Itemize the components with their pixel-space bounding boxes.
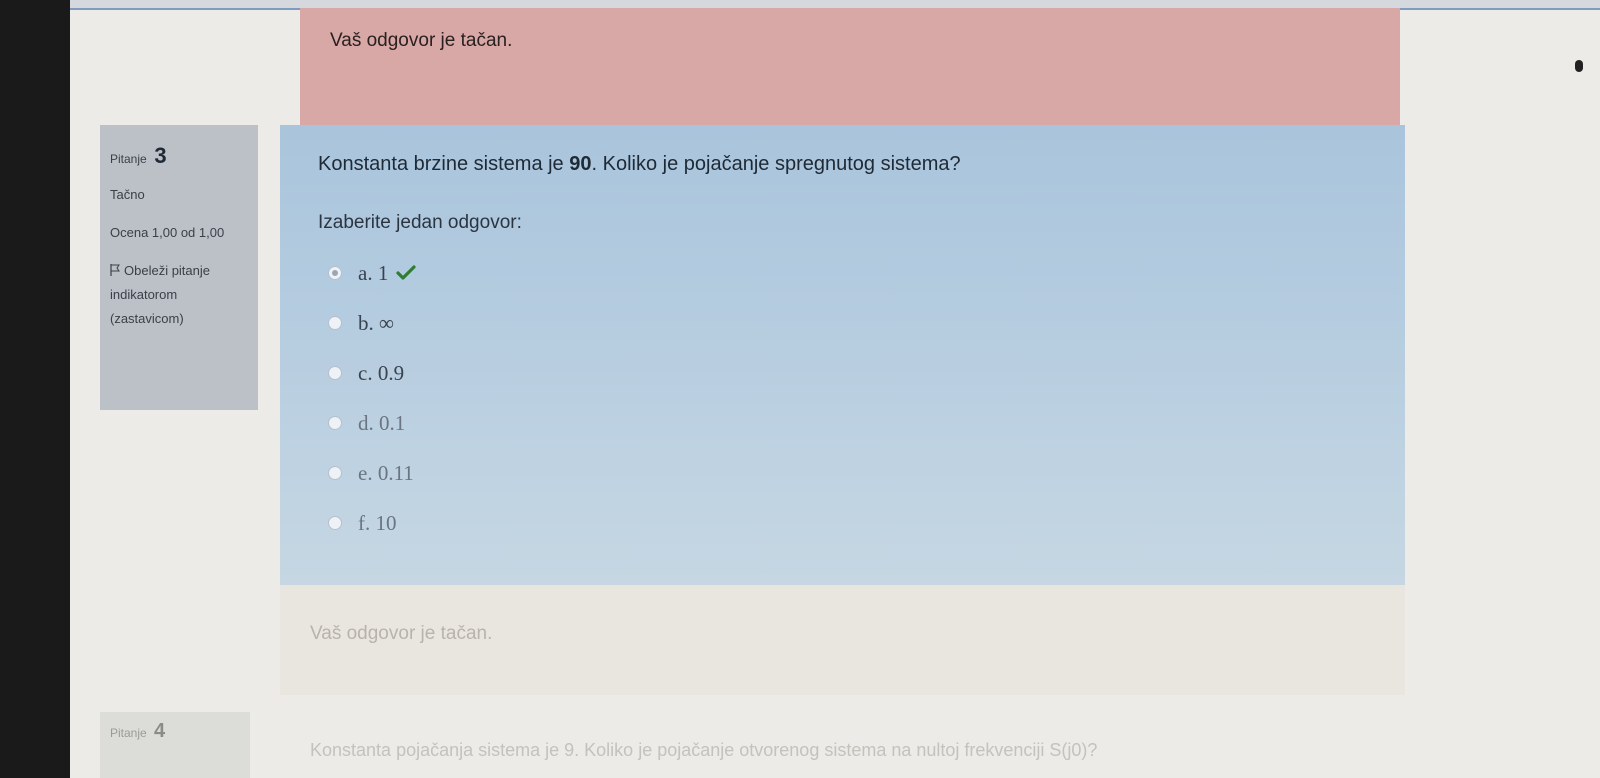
- question-number: 4: [154, 720, 166, 742]
- scrollbar-marker[interactable]: [1575, 60, 1583, 72]
- question-text-end: . Koliko je pojačanje spregnutog sistema…: [591, 153, 961, 175]
- answer-list: a. 1 b. ∞ c. 0.9 d. 0.1 e. 0.11 f. 10: [318, 248, 1367, 548]
- flag-icon: [110, 264, 120, 276]
- answer-label: f. 10: [358, 510, 397, 535]
- answer-label: d. 0.1: [358, 410, 406, 435]
- feedback-text: Vaš odgovor je tačan.: [310, 623, 493, 644]
- question-label: Pitanje: [110, 152, 147, 166]
- feedback-text: Vaš odgovor je tačan.: [330, 30, 513, 51]
- radio-button[interactable]: [328, 416, 342, 430]
- answer-option-a[interactable]: a. 1: [328, 248, 1367, 298]
- question-text-value: 90: [569, 153, 592, 175]
- question-grade: Ocena 1,00 od 1,00: [110, 225, 225, 240]
- check-icon: [396, 265, 416, 280]
- question-number: 3: [154, 143, 167, 168]
- answer-option-c[interactable]: c. 0.9: [328, 348, 1367, 398]
- answer-option-e[interactable]: e. 0.11: [328, 448, 1367, 498]
- question-label: Pitanje: [110, 726, 147, 740]
- answer-label: b. ∞: [358, 310, 394, 335]
- radio-button-selected[interactable]: [328, 266, 342, 280]
- radio-button[interactable]: [328, 316, 342, 330]
- question-state: Tačno: [110, 187, 145, 202]
- next-question-info-panel: Pitanje 4: [100, 712, 250, 778]
- next-question-text: Konstanta pojačanja sistema je 9. Koliko…: [310, 740, 1098, 760]
- question-text-start: Konstanta brzine sistema je: [318, 153, 570, 175]
- radio-button[interactable]: [328, 516, 342, 530]
- answer-option-f[interactable]: f. 10: [328, 498, 1367, 548]
- answer-prompt: Izaberite jedan odgovor:: [318, 212, 522, 233]
- radio-button[interactable]: [328, 366, 342, 380]
- answer-label: c. 0.9: [358, 360, 405, 385]
- radio-button[interactable]: [328, 466, 342, 480]
- question-text: Konstanta brzine sistema je 90. Koliko j…: [318, 153, 1367, 176]
- question-info-panel: Pitanje 3 Tačno Ocena 1,00 od 1,00 Obele…: [100, 125, 258, 410]
- flag-question-link[interactable]: Obeleži pitanje indikatorom (zastavicom): [110, 259, 248, 331]
- flag-label: Obeleži pitanje indikatorom (zastavicom): [110, 263, 210, 326]
- answer-label: a. 1: [358, 260, 389, 285]
- answer-option-b[interactable]: b. ∞: [328, 298, 1367, 348]
- quiz-review-page: Vaš odgovor je tačan. Pitanje 3 Tačno Oc…: [70, 0, 1600, 778]
- answer-option-d[interactable]: d. 0.1: [328, 398, 1367, 448]
- question-feedback: Vaš odgovor je tačan.: [280, 585, 1405, 695]
- question-content: Konstanta brzine sistema je 90. Koliko j…: [280, 125, 1405, 585]
- answer-label: e. 0.11: [358, 460, 414, 485]
